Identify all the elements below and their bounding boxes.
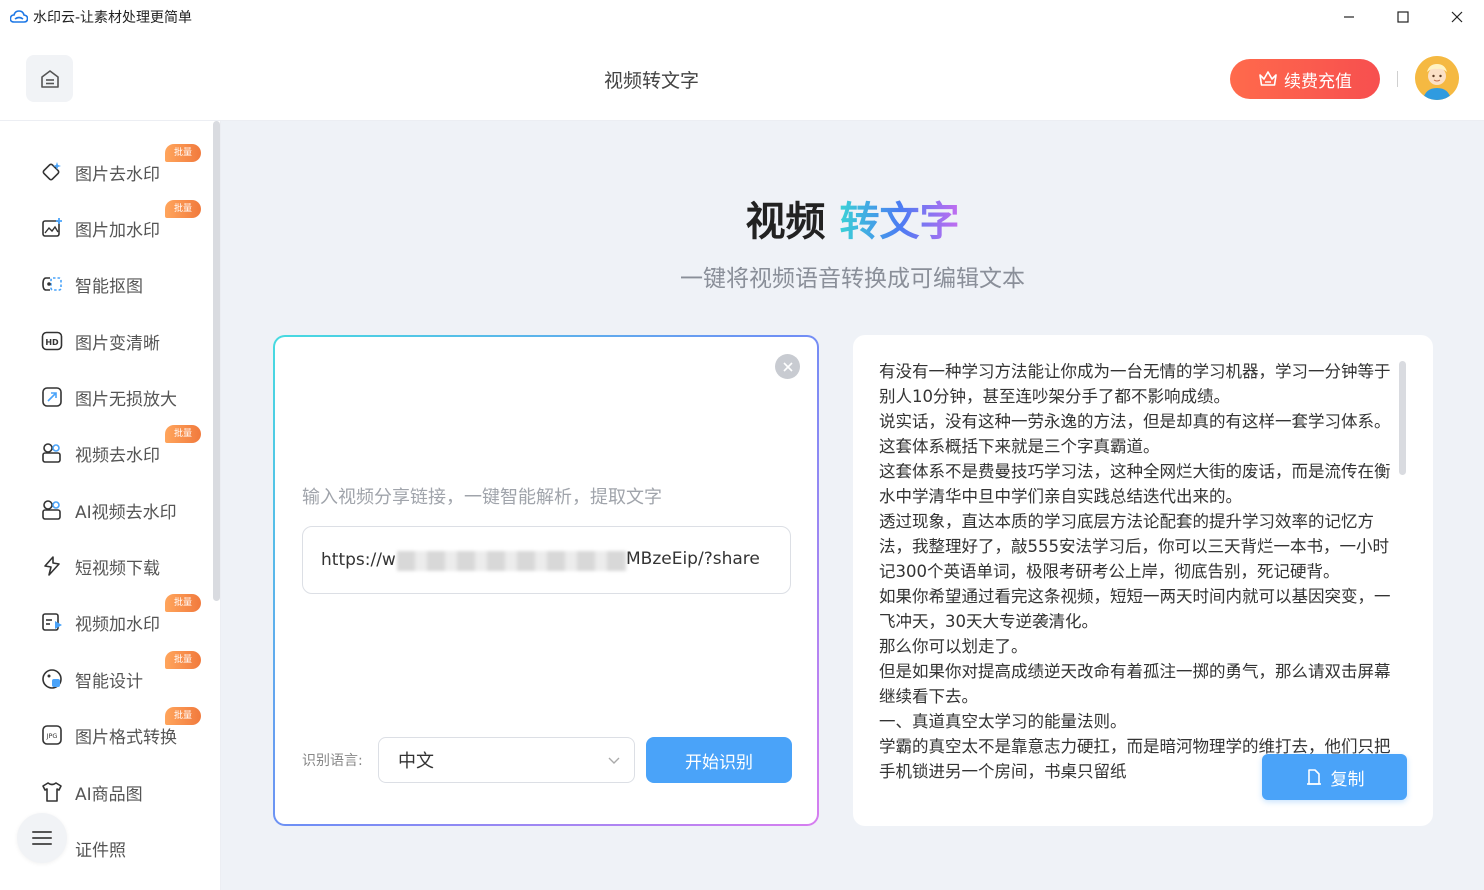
hero-title: 视频 转文字 xyxy=(221,189,1484,247)
ai-video-eraser-icon xyxy=(40,498,64,522)
sidebar-item-image-add-watermark[interactable]: 图片加水印 批量 xyxy=(40,200,210,243)
url-text-start: https://w xyxy=(321,550,396,570)
copy-icon xyxy=(1306,769,1321,785)
language-label: 识别语言: xyxy=(302,753,363,769)
sidebar-item-label: 图片无损放大 xyxy=(75,389,177,410)
design-icon xyxy=(40,667,64,691)
sidebar-item-label: 图片格式转换 xyxy=(75,727,177,748)
recharge-button[interactable]: 续费充值 xyxy=(1230,59,1380,99)
page-title: 视频转文字 xyxy=(603,70,699,92)
sidebar-item-label: 图片变清晰 xyxy=(75,333,160,354)
batch-badge: 批量 xyxy=(165,707,202,725)
language-select[interactable]: 中文 xyxy=(378,737,635,783)
video-add-watermark-icon xyxy=(40,610,64,634)
sidebar-item-short-video-download[interactable]: 短视频下载 xyxy=(40,551,210,581)
batch-badge: 批量 xyxy=(165,594,202,612)
result-text[interactable]: 有没有一种学习方法能让你成为一台无情的学习机器，学习一分钟等于别人10分钟，甚至… xyxy=(879,359,1397,784)
header-divider xyxy=(1397,71,1398,87)
recharge-label: 续费充值 xyxy=(1284,71,1352,92)
maximize-icon xyxy=(1397,11,1409,23)
result-paragraph: 有没有一种学习方法能让你成为一台无情的学习机器，学习一分钟等于别人10分钟，甚至… xyxy=(879,362,1391,406)
app-header: 视频转文字 续费充值 xyxy=(0,34,1484,121)
result-paragraph: 那么你可以划走了。 xyxy=(879,637,1028,656)
hero-title-dark: 视频 xyxy=(745,199,826,245)
sidebar-item-label: 视频去水印 xyxy=(75,445,160,466)
menu-button[interactable] xyxy=(17,813,67,863)
batch-badge: 批量 xyxy=(165,651,202,669)
result-paragraph: 但是如果你对提高成绩逆天改命有着孤注一掷的勇气，那么请双击屏幕继续看下去。 xyxy=(879,662,1391,706)
minimize-icon xyxy=(1344,16,1354,18)
close-window-button[interactable] xyxy=(1430,0,1484,34)
input-prompt: 输入视频分享链接，一键智能解析，提取文字 xyxy=(302,487,662,508)
hero-subtitle: 一键将视频语音转换成可编辑文本 xyxy=(680,266,1025,292)
jpg-format-icon: JPG xyxy=(40,723,64,747)
batch-badge: 批量 xyxy=(165,144,202,162)
sidebar-item-video-remove-watermark[interactable]: 视频去水印 批量 xyxy=(40,425,210,468)
sidebar-item-label: 智能抠图 xyxy=(75,276,143,297)
image-eraser-icon xyxy=(40,160,64,184)
svg-text:HD: HD xyxy=(45,338,59,347)
result-paragraph: 这套体系概括下来就是三个字真霸道。 xyxy=(879,437,1160,456)
clear-button[interactable] xyxy=(775,354,800,379)
svg-text:JPG: JPG xyxy=(46,732,58,740)
sidebar-item-image-enlarge[interactable]: 图片无损放大 xyxy=(40,382,210,412)
input-card: 输入视频分享链接，一键智能解析，提取文字 https://w MBzeEip/?… xyxy=(273,335,819,826)
batch-badge: 批量 xyxy=(165,200,202,218)
sidebar: 图片去水印 批量 图片加水印 批量 智能抠图 HD 图片变清晰 图片无损放大 视… xyxy=(0,121,221,890)
enlarge-icon xyxy=(40,385,64,409)
hd-icon: HD xyxy=(40,329,64,353)
download-icon xyxy=(40,554,64,578)
sidebar-item-label: 证件照 xyxy=(75,840,126,861)
url-text-end: MBzeEip/?share xyxy=(626,549,760,569)
copy-button[interactable]: 复制 xyxy=(1262,754,1407,800)
hero-title-gradient: 转文字 xyxy=(839,199,960,245)
cutout-icon xyxy=(40,272,64,296)
result-paragraph: 说实话，没有这种一劳永逸的方法，但是却真的有这样一套学习体系。 xyxy=(879,412,1391,431)
video-eraser-icon xyxy=(40,441,64,465)
sidebar-item-label: AI视频去水印 xyxy=(75,502,177,523)
result-card: 有没有一种学习方法能让你成为一台无情的学习机器，学习一分钟等于别人10分钟，甚至… xyxy=(853,335,1433,826)
sidebar-item-image-format-convert[interactable]: JPG 图片格式转换 批量 xyxy=(40,707,210,750)
maximize-button[interactable] xyxy=(1376,0,1430,34)
main-content: 视频 转文字 一键将视频语音转换成可编辑文本 输入视频分享链接，一键智能解析，提取… xyxy=(221,121,1484,890)
sidebar-item-ai-video-remove-watermark[interactable]: AI视频去水印 xyxy=(40,495,210,525)
video-url-input[interactable]: https://w MBzeEip/?share xyxy=(302,526,791,594)
hamburger-icon xyxy=(32,831,52,845)
title-bar: 水印云-让素材处理更简单 xyxy=(0,0,1484,34)
sidebar-item-smart-design[interactable]: 智能设计 批量 xyxy=(40,651,210,694)
window-title: 水印云-让素材处理更简单 xyxy=(33,10,193,26)
sidebar-item-label: 短视频下载 xyxy=(75,558,160,579)
minimize-button[interactable] xyxy=(1322,0,1376,34)
batch-badge: 批量 xyxy=(165,425,202,443)
result-scrollbar[interactable] xyxy=(1399,361,1406,475)
url-redaction xyxy=(397,551,627,571)
close-icon xyxy=(1451,11,1463,23)
result-paragraph: 透过现象，直达本质的学习底层方法论配套的提升学习效率的记忆方法，我整理好了，敲5… xyxy=(879,512,1389,581)
language-value: 中文 xyxy=(398,751,434,772)
sidebar-item-label: 智能设计 xyxy=(75,671,143,692)
sidebar-item-label: 图片加水印 xyxy=(75,220,160,241)
sidebar-scrollbar[interactable] xyxy=(213,121,220,601)
sidebar-item-image-enhance[interactable]: HD 图片变清晰 xyxy=(40,326,210,356)
app-logo-icon xyxy=(10,10,28,23)
copy-label: 复制 xyxy=(1330,769,1365,790)
sidebar-item-label: 图片去水印 xyxy=(75,164,160,185)
crown-icon xyxy=(1259,71,1277,86)
result-paragraph: 这套体系不是费曼技巧学习法，这种全网烂大街的废话，而是流传在衡水中学清华中旦中学… xyxy=(879,462,1391,506)
sidebar-item-label: AI商品图 xyxy=(75,784,143,805)
start-recognition-button[interactable]: 开始识别 xyxy=(646,737,792,783)
chevron-down-icon xyxy=(608,757,620,764)
user-avatar[interactable] xyxy=(1415,56,1459,100)
sidebar-item-video-add-watermark[interactable]: 视频加水印 批量 xyxy=(40,594,210,637)
sidebar-item-image-remove-watermark[interactable]: 图片去水印 批量 xyxy=(40,144,210,187)
close-icon xyxy=(782,361,793,372)
result-paragraph: 一、真道真空太学习的能量法则。 xyxy=(879,712,1127,731)
sidebar-item-label: 视频加水印 xyxy=(75,614,160,635)
result-paragraph: 如果你希望通过看完这条视频，短短一两天时间内就可以基因突变，一飞冲天，30天大专… xyxy=(879,587,1391,631)
image-add-watermark-icon xyxy=(40,216,64,240)
avatar-icon xyxy=(1415,56,1459,100)
product-shirt-icon xyxy=(40,780,64,804)
sidebar-item-smart-cutout[interactable]: 智能抠图 xyxy=(40,269,210,299)
sidebar-item-ai-product-image[interactable]: AI商品图 xyxy=(40,777,210,807)
